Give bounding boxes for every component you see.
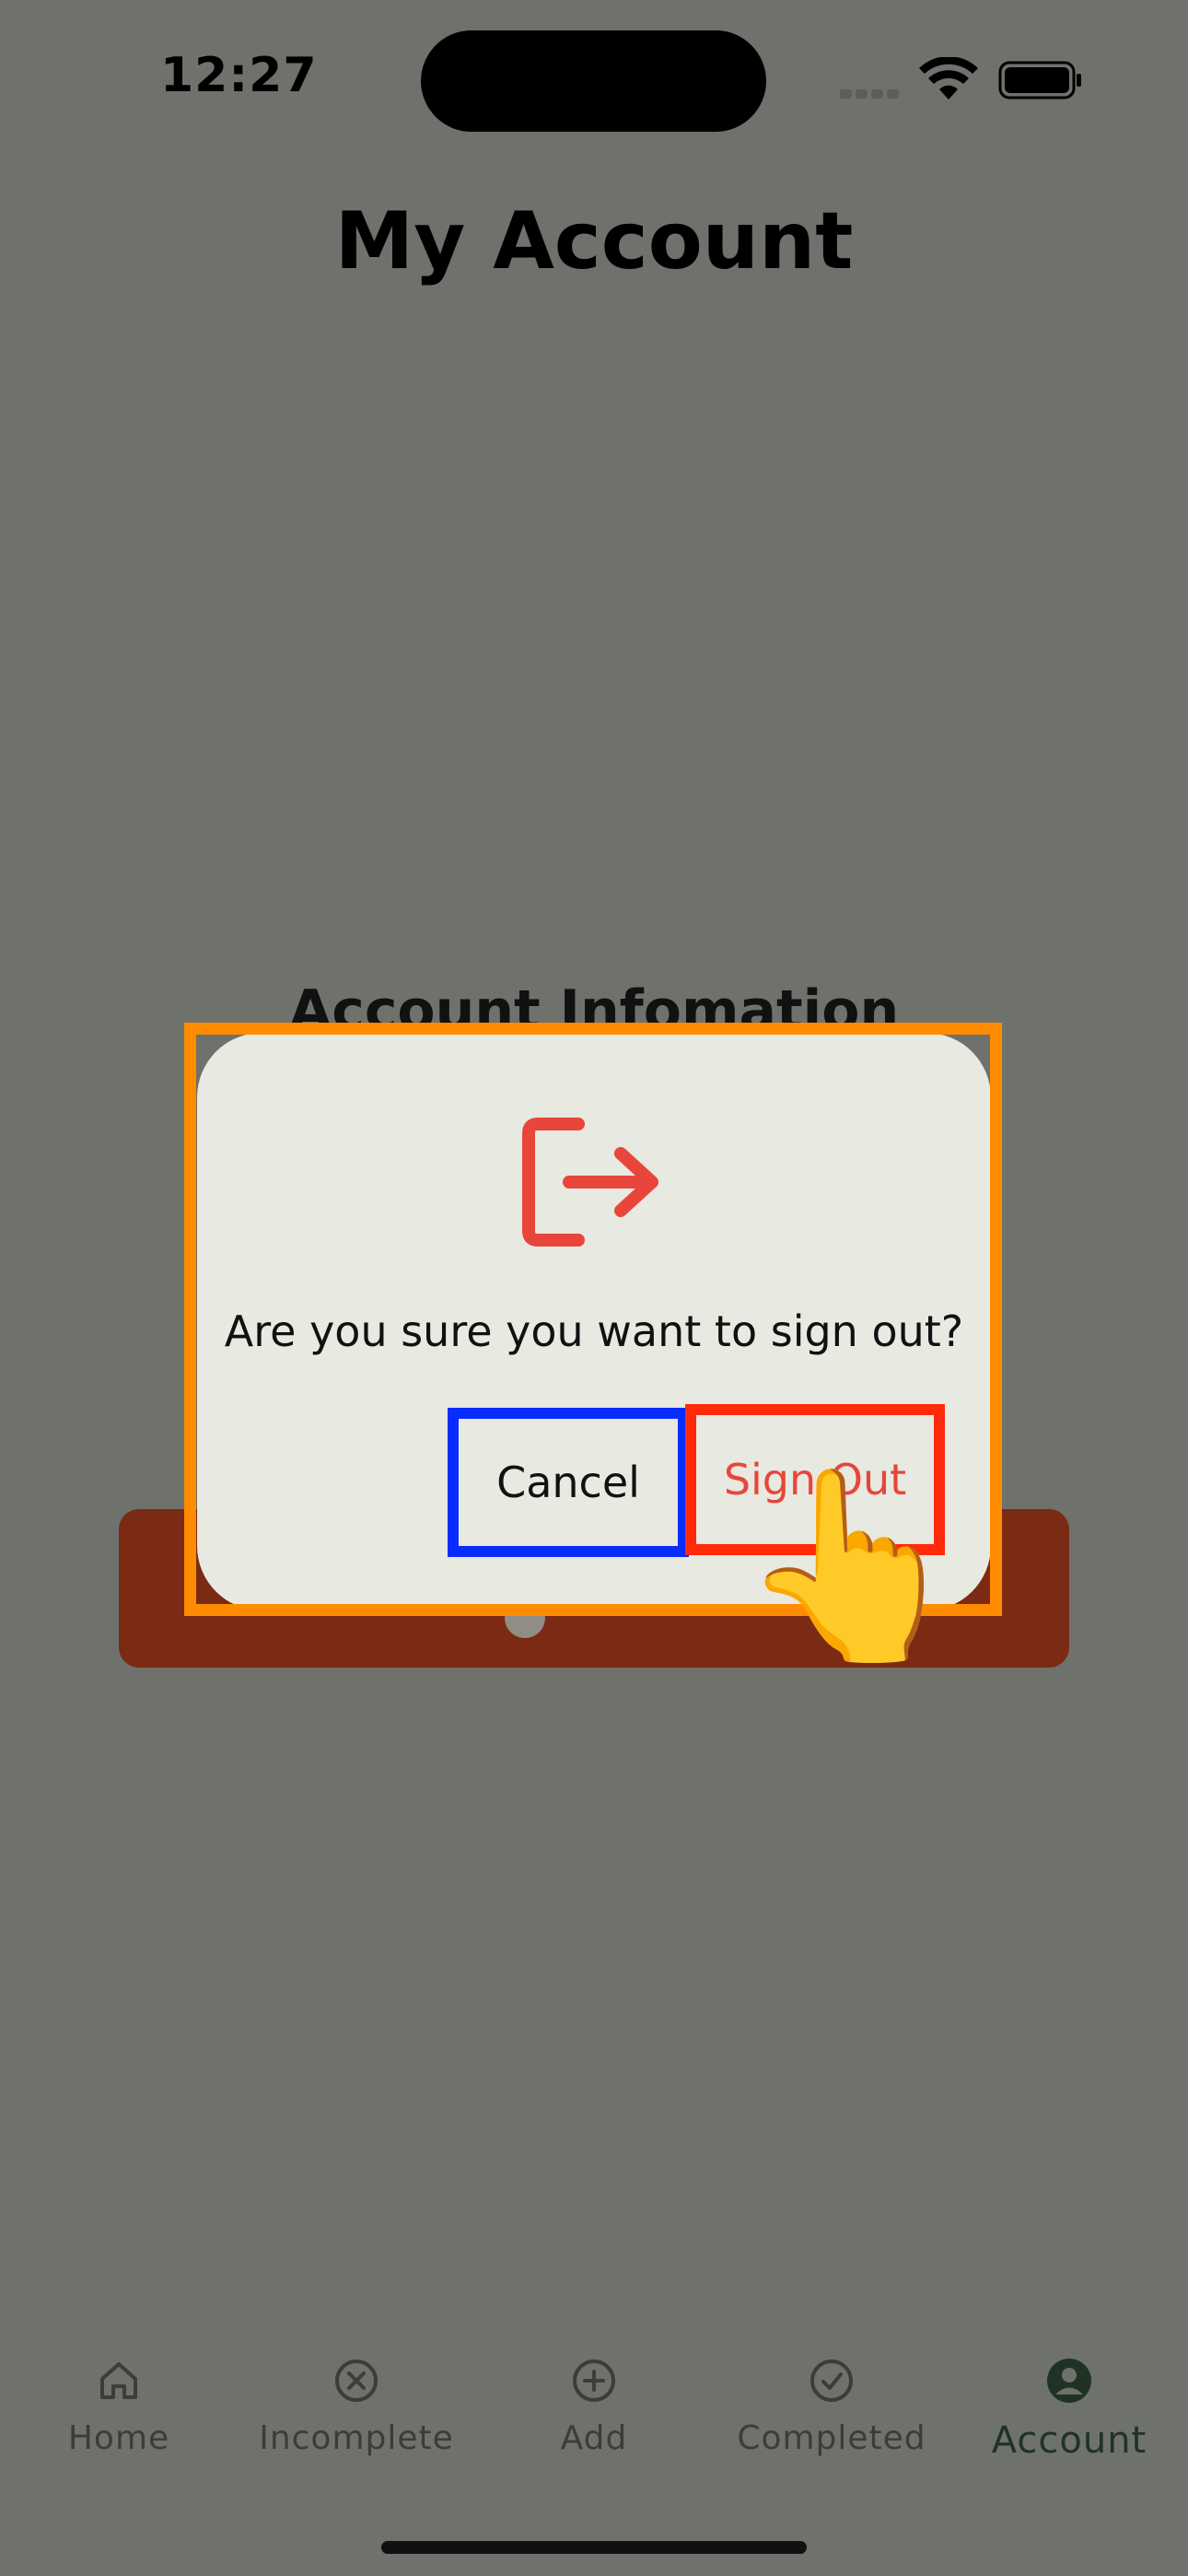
cancel-button[interactable]: Cancel <box>459 1419 678 1546</box>
status-bar: 12:27 <box>0 0 1188 157</box>
tab-home[interactable]: Home <box>0 2331 238 2488</box>
tab-bar: Home Incomplete Add Completed Account <box>0 2331 1188 2488</box>
page-title: My Account <box>334 195 854 287</box>
dialog-message: Are you sure you want to sign out? <box>224 1306 964 1356</box>
logout-icon <box>522 1118 658 1247</box>
pointing-hand-icon: 👆 <box>737 1458 967 1673</box>
wifi-icon <box>919 57 978 100</box>
tab-home-label: Home <box>67 2419 170 2457</box>
cellular-signal-icon <box>840 85 904 99</box>
tab-completed-label: Completed <box>737 2419 926 2457</box>
status-time: 12:27 <box>160 48 318 103</box>
tab-account[interactable]: Account <box>950 2331 1188 2488</box>
tab-account-label: Account <box>991 2419 1147 2462</box>
tab-add[interactable]: Add <box>475 2331 713 2488</box>
home-icon <box>100 2362 137 2399</box>
battery-icon <box>998 61 1081 100</box>
tab-completed[interactable]: Completed <box>713 2331 950 2488</box>
tab-incomplete[interactable]: Incomplete <box>238 2331 475 2488</box>
x-circle-icon <box>335 2359 378 2402</box>
tab-incomplete-label: Incomplete <box>259 2419 454 2457</box>
home-indicator <box>381 2541 807 2554</box>
check-circle-icon <box>810 2359 853 2402</box>
dynamic-island <box>421 30 766 132</box>
plus-circle-icon <box>573 2359 615 2402</box>
tab-add-label: Add <box>560 2419 628 2457</box>
account-circle-icon <box>1047 2359 1091 2403</box>
